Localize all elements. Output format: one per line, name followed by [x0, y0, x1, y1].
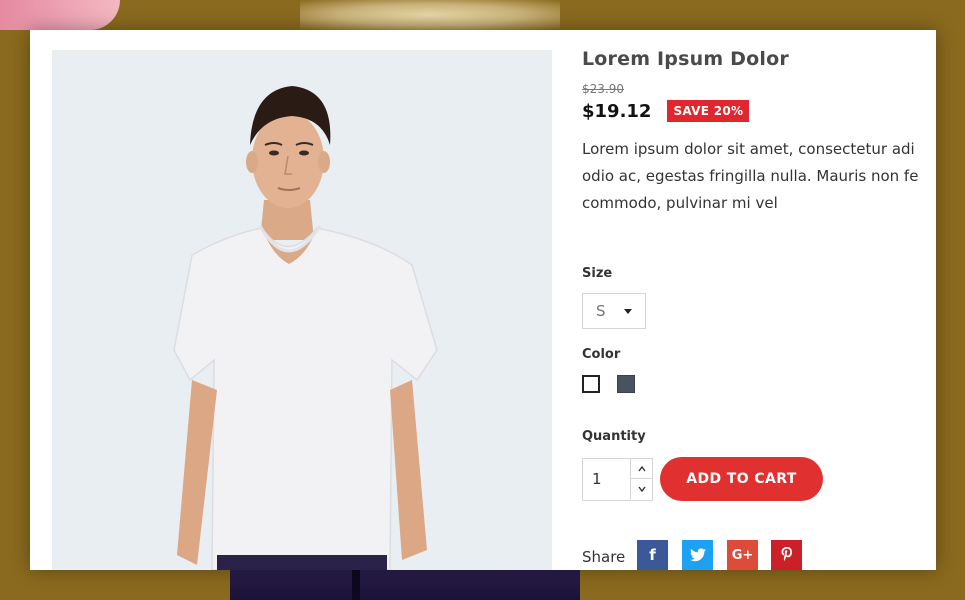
chevron-down-icon: [637, 486, 646, 492]
google-plus-icon: G+: [731, 547, 754, 563]
share-label: Share: [582, 548, 626, 566]
quantity-stepper: 1: [582, 458, 653, 501]
pinterest-share-button[interactable]: [771, 540, 802, 570]
quantity-increase-button[interactable]: [630, 459, 652, 479]
twitter-share-button[interactable]: [682, 540, 713, 570]
chevron-up-icon: [637, 465, 646, 471]
twitter-icon: [689, 548, 706, 562]
facebook-icon: f: [649, 546, 656, 564]
pinterest-icon: [781, 547, 792, 561]
price-row: $19.12 SAVE 20%: [582, 100, 750, 122]
description-line: odio ac, egestas fringilla nulla. Mauris…: [582, 167, 919, 185]
model-photo: [173, 86, 438, 570]
background-decoration: [230, 570, 580, 600]
color-swatch-white[interactable]: [582, 375, 600, 393]
quick-view-modal: Lorem Ipsum Dolor $23.90 $19.12 SAVE 20%…: [30, 30, 936, 570]
product-image: [52, 50, 552, 570]
sale-price: $19.12: [582, 100, 652, 122]
background-decoration: [300, 0, 560, 30]
size-select[interactable]: S: [582, 293, 646, 329]
background-decoration: [0, 0, 120, 30]
size-selected-value: S: [596, 302, 606, 320]
description-line: commodo, pulvinar mi vel: [582, 194, 778, 212]
quantity-decrease-button[interactable]: [630, 479, 652, 499]
quantity-input[interactable]: 1: [592, 470, 602, 488]
discount-badge: SAVE 20%: [667, 100, 750, 122]
facebook-share-button[interactable]: f: [637, 540, 668, 570]
color-label: Color: [582, 347, 621, 362]
original-price: $23.90: [582, 82, 624, 96]
product-details: Lorem Ipsum Dolor $23.90 $19.12 SAVE 20%…: [582, 48, 936, 570]
add-to-cart-button[interactable]: ADD TO CART: [660, 457, 823, 501]
product-description: Lorem ipsum dolor sit amet, consectetur …: [582, 136, 936, 217]
quantity-label: Quantity: [582, 429, 646, 444]
description-line: Lorem ipsum dolor sit amet, consectetur …: [582, 140, 915, 158]
caret-down-icon: [624, 309, 632, 314]
size-label: Size: [582, 266, 613, 281]
color-swatch-charcoal[interactable]: [617, 375, 635, 393]
product-title: Lorem Ipsum Dolor: [582, 48, 789, 70]
google-plus-share-button[interactable]: G+: [727, 540, 758, 570]
background-decoration: [352, 570, 360, 600]
